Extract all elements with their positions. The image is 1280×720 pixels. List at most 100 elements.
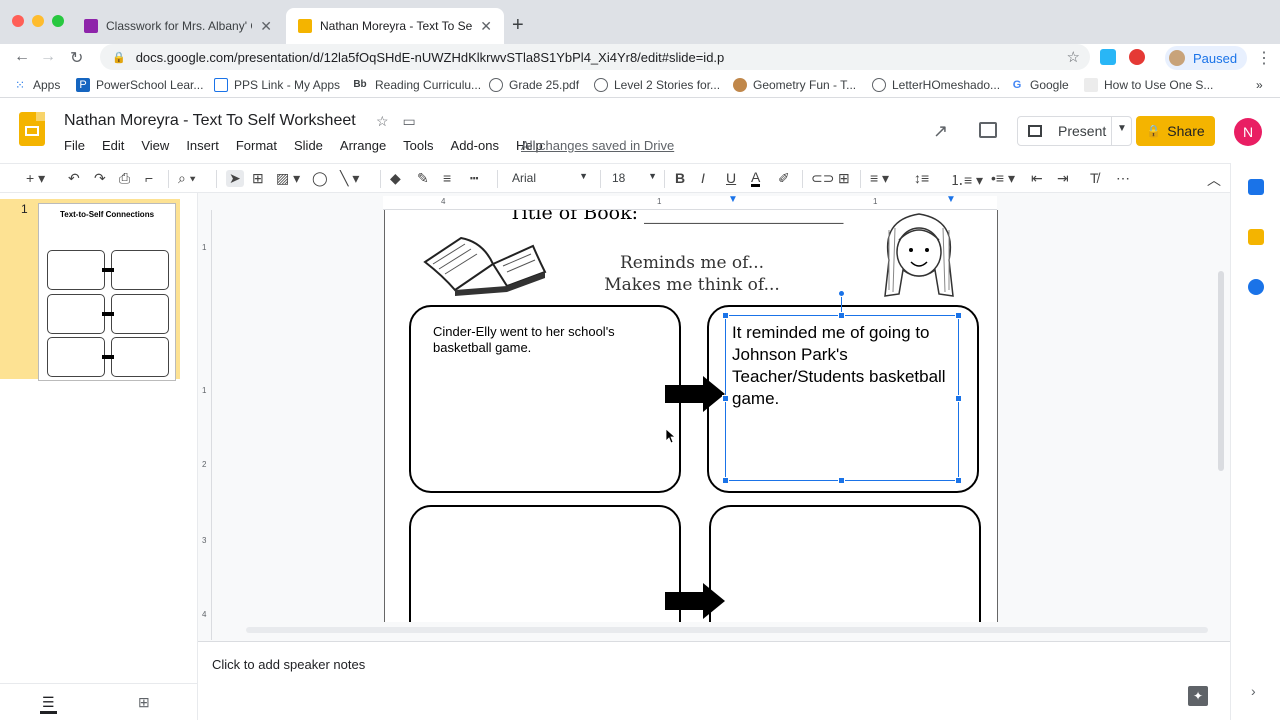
shape-icon[interactable]: ◯ [312,170,328,187]
move-folder-icon[interactable]: ▭ [402,113,415,129]
zoom-icon[interactable]: ⌕ ▾ [178,170,196,187]
text-connection-box-2[interactable] [409,505,681,622]
present-button[interactable]: Present ▼ [1017,116,1132,146]
vertical-scrollbar[interactable] [1218,271,1224,471]
slides-logo-icon[interactable] [19,112,45,146]
bookmark-grade25[interactable]: Grade 25.pdf [489,78,579,92]
menu-insert[interactable]: Insert [186,138,219,153]
bookmark-apps[interactable]: ⁙ Apps [13,78,60,92]
extension-icon[interactable] [1129,49,1145,65]
speaker-notes[interactable]: Click to add speaker notes ✦ [198,641,1230,720]
italic-icon[interactable]: I [701,170,705,186]
bookmark-star-icon[interactable]: ☆ [1067,48,1080,66]
numbered-list-icon[interactable]: ⒈≡ ▾ [950,170,983,190]
menu-file[interactable]: File [64,138,85,153]
insert-link-icon[interactable]: ⊂⊃ [811,170,834,187]
browser-tab-slides[interactable]: Nathan Moreyra - Text To Self ✕ [286,8,504,44]
reload-icon[interactable]: ↻ [70,48,83,68]
resize-handle[interactable] [955,477,962,484]
select-tool-icon[interactable]: ➤ [226,170,244,187]
activity-trend-icon[interactable]: ↗ [933,121,948,142]
highlight-color-icon[interactable]: ✐ [778,170,790,187]
align-icon[interactable]: ≡ ▾ [870,170,889,187]
fill-color-icon[interactable]: ◆ [390,170,401,187]
maximize-window-button[interactable] [52,15,64,27]
slide[interactable]: Title of Book: _____________________ Rem… [384,210,998,622]
image-icon[interactable]: ▨ ▾ [276,170,300,187]
speaker-notes-placeholder[interactable]: Click to add speaker notes [212,657,365,672]
close-window-button[interactable] [12,15,24,27]
new-tab-button[interactable]: + [512,14,524,37]
undo-icon[interactable]: ↶ [68,170,80,187]
chrome-menu-icon[interactable]: ⋮ [1256,48,1272,68]
self-connection-box-2[interactable] [709,505,981,622]
share-button[interactable]: 🔒 Share [1136,116,1215,146]
bookmark-how-to-use[interactable]: How to Use One S... [1084,78,1213,92]
clear-formatting-icon[interactable]: T̸ [1090,170,1099,186]
grid-view-icon[interactable]: ⊞ [138,694,150,711]
tasks-icon[interactable] [1248,279,1264,295]
decrease-indent-icon[interactable]: ⇤ [1031,170,1043,187]
profile-button[interactable]: Paused [1165,46,1248,70]
user-avatar[interactable]: N [1234,118,1262,146]
bookmark-level2[interactable]: Level 2 Stories for... [594,78,720,92]
text-box-icon[interactable]: ⊞ [252,170,264,187]
bookmark-powerschool[interactable]: P PowerSchool Lear... [76,78,203,92]
increase-indent-icon[interactable]: ⇥ [1057,170,1069,187]
close-tab-icon[interactable]: ✕ [260,18,272,35]
explore-icon[interactable]: ✦ [1188,686,1208,706]
menu-edit[interactable]: Edit [102,138,124,153]
minimize-window-button[interactable] [32,15,44,27]
menu-addons[interactable]: Add-ons [451,138,499,153]
self-connection-text[interactable]: It reminded me of going to Johnson Park'… [732,322,954,410]
bookmark-geometry[interactable]: Geometry Fun - T... [733,78,856,92]
resize-handle[interactable] [722,312,729,319]
bulleted-list-icon[interactable]: •≡ ▾ [991,170,1015,187]
resize-handle[interactable] [955,395,962,402]
browser-tab-classwork[interactable]: Classwork for Mrs. Albany' Cla ✕ [72,8,284,44]
star-icon[interactable]: ☆ [376,113,389,129]
new-slide-icon[interactable]: + ▾ [26,170,45,187]
paint-format-icon[interactable]: ⌐ [145,170,153,186]
text-color-icon[interactable]: A [751,170,761,187]
menu-view[interactable]: View [141,138,169,153]
document-title[interactable]: Nathan Moreyra - Text To Self Worksheet [64,112,356,130]
extension-icon[interactable] [1100,49,1116,65]
keep-icon[interactable] [1248,229,1264,245]
present-dropdown-icon[interactable]: ▼ [1117,123,1127,134]
resize-handle[interactable] [722,477,729,484]
menu-arrange[interactable]: Arrange [340,138,386,153]
add-comment-icon[interactable]: ⊞ [838,170,850,187]
horizontal-scrollbar[interactable] [246,627,1208,633]
bookmark-reading[interactable]: Bb Reading Curriculu... [351,78,481,92]
line-spacing-icon[interactable]: ↕≡ [914,170,929,186]
more-bookmarks-icon[interactable]: » [1256,78,1263,92]
address-bar[interactable]: 🔒 docs.google.com/presentation/d/12la5fO… [100,44,1090,70]
bold-icon[interactable]: B [675,170,685,186]
collapse-toolbar-icon[interactable]: ︿ [1207,170,1221,190]
close-tab-icon[interactable]: ✕ [480,18,492,35]
bookmark-pps-link[interactable]: PPS Link - My Apps [214,78,340,92]
print-icon[interactable]: ⎙ [119,170,130,187]
line-icon[interactable]: ╲ ▾ [340,170,359,187]
calendar-icon[interactable] [1248,179,1264,195]
indent-marker-icon[interactable]: ▼ [728,194,738,205]
underline-icon[interactable]: U [726,170,736,186]
menu-format[interactable]: Format [236,138,277,153]
font-family-select[interactable]: Arial ▼ [512,171,592,185]
bookmark-letterhome[interactable]: LetterHOmeshado... [872,78,1000,92]
border-weight-icon[interactable]: ≡ [443,170,451,186]
menu-tools[interactable]: Tools [403,138,433,153]
expand-panel-icon[interactable]: › [1251,683,1256,699]
save-status[interactable]: All changes saved in Drive [521,138,674,153]
more-options-icon[interactable]: ⋯ [1116,170,1130,187]
redo-icon[interactable]: ↷ [94,170,106,187]
right-indent-marker-icon[interactable]: ▼ [946,194,956,205]
resize-handle[interactable] [722,395,729,402]
menu-slide[interactable]: Slide [294,138,323,153]
resize-handle[interactable] [955,312,962,319]
slide-thumbnail[interactable]: Text-to-Self Connections [38,203,176,381]
story-event-text[interactable]: Cinder-Elly went to her school's basketb… [433,324,653,356]
border-dash-icon[interactable]: ┅ [470,170,478,187]
comment-icon[interactable] [979,122,997,138]
